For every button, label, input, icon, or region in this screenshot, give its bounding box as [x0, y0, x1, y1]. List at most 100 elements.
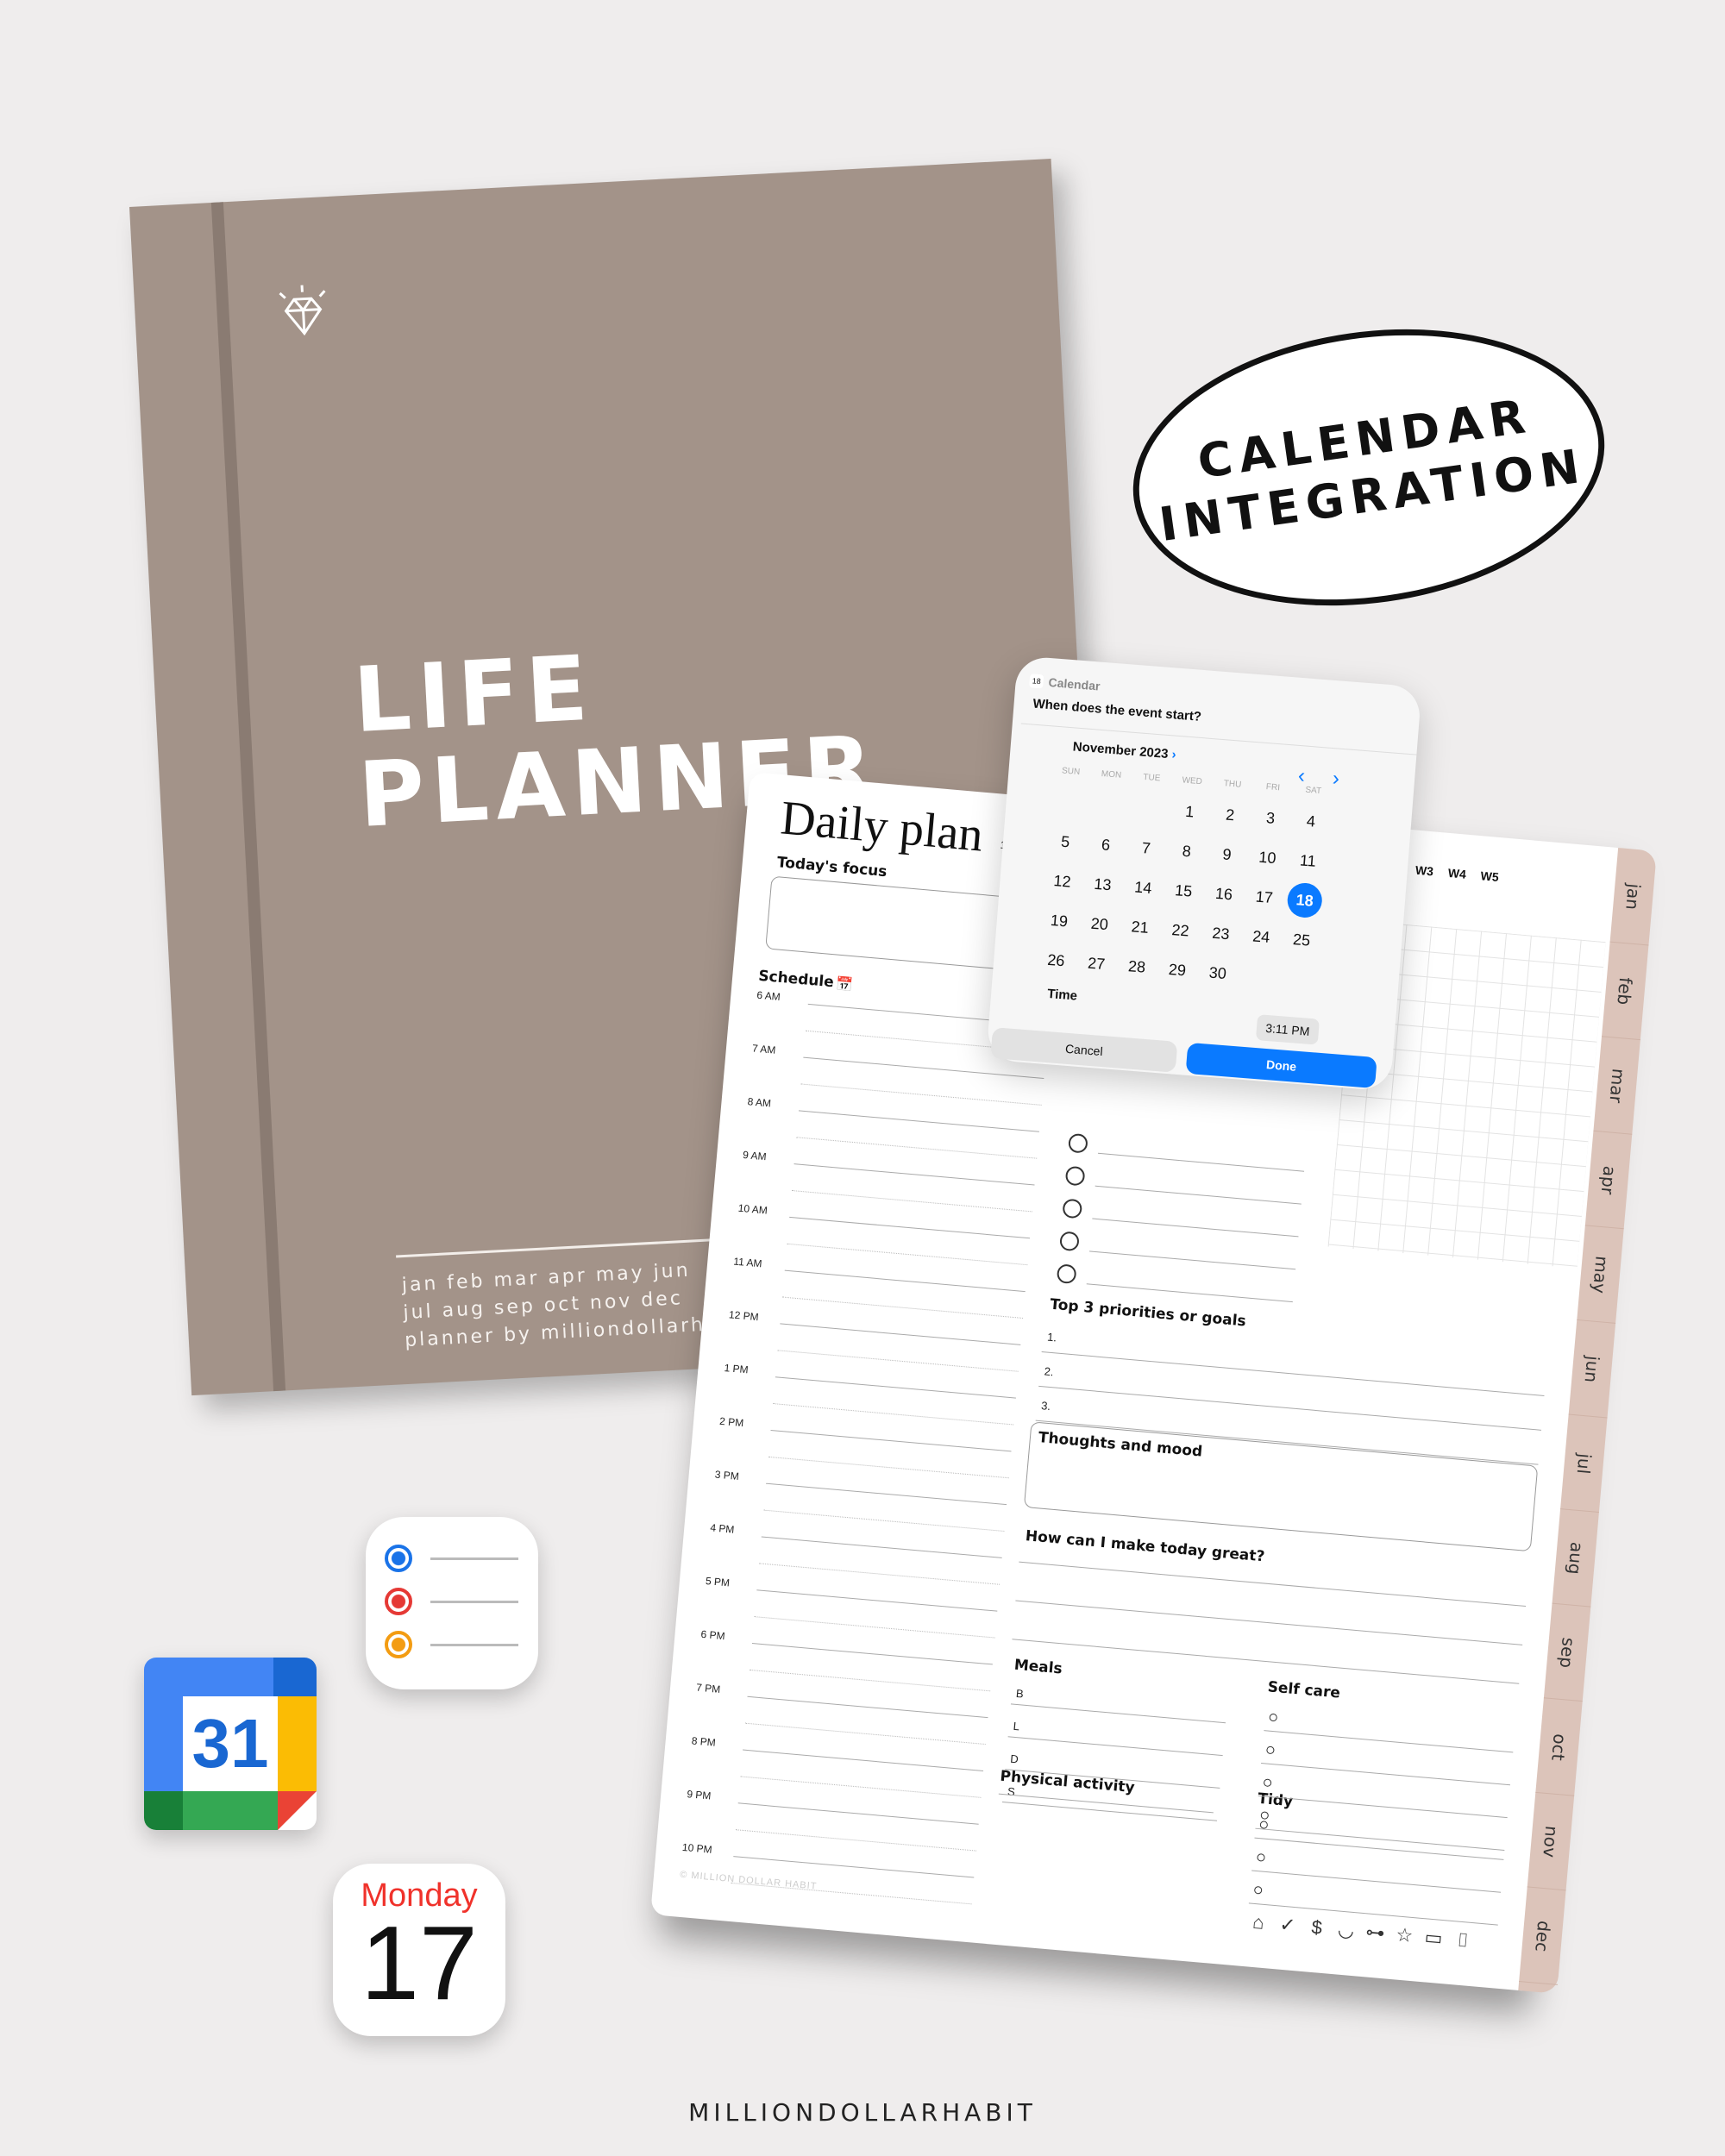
day-cell[interactable]: 30	[1199, 955, 1236, 992]
dumbbell-icon[interactable]: ⊶	[1363, 1921, 1387, 1945]
day-cell[interactable]: 10	[1249, 839, 1286, 876]
day-cell[interactable]: 11	[1289, 843, 1327, 880]
schedule-slot[interactable]	[780, 1323, 1021, 1345]
day-cell[interactable]: 13	[1084, 866, 1121, 903]
schedule-slot[interactable]	[733, 1856, 975, 1878]
week-label[interactable]: W3	[1414, 863, 1433, 879]
schedule-slot[interactable]	[798, 1110, 1039, 1132]
meal-line[interactable]	[1007, 1736, 1223, 1757]
day-cell[interactable]: 16	[1206, 875, 1243, 912]
star-icon[interactable]: ☆	[1392, 1923, 1416, 1947]
self-care-checkbox[interactable]	[1260, 1811, 1270, 1820]
day-cell[interactable]: 2	[1212, 796, 1249, 833]
calendar-add-icon[interactable]: 📅	[835, 975, 854, 994]
day-cell[interactable]: 21	[1121, 909, 1158, 946]
schedule-half-slot[interactable]	[768, 1456, 1009, 1479]
day-cell[interactable]: 7	[1127, 830, 1164, 867]
day-cell[interactable]: 5	[1047, 823, 1084, 860]
day-cell[interactable]: 1	[1171, 793, 1208, 830]
schedule-slot[interactable]	[770, 1429, 1012, 1452]
month-tab-sep[interactable]: sep	[1543, 1603, 1591, 1702]
day-cell[interactable]: 23	[1202, 915, 1239, 952]
month-tab-oct[interactable]: oct	[1535, 1698, 1583, 1796]
dollar-icon[interactable]: $	[1305, 1915, 1329, 1940]
day-cell[interactable]: 6	[1088, 826, 1125, 863]
schedule-half-slot[interactable]	[744, 1722, 986, 1745]
reminders-app-icon[interactable]	[366, 1517, 538, 1689]
writing-line[interactable]	[1012, 1639, 1520, 1684]
day-cell[interactable]: 12	[1044, 862, 1081, 899]
week-label[interactable]: W5	[1480, 868, 1499, 884]
schedule-half-slot[interactable]	[754, 1616, 995, 1639]
writing-line[interactable]	[1019, 1561, 1527, 1608]
schedule-slot[interactable]	[737, 1802, 979, 1825]
schedule-half-slot[interactable]	[800, 1083, 1042, 1106]
todo-checkbox[interactable]	[1064, 1165, 1086, 1187]
month-tab-may[interactable]: may	[1577, 1225, 1624, 1324]
day-cell[interactable]: 4	[1292, 803, 1329, 840]
apple-calendar-icon[interactable]: Monday 17	[333, 1864, 505, 2036]
chevron-right-icon[interactable]: ›	[1171, 747, 1176, 761]
self-care-line[interactable]	[1258, 1795, 1508, 1819]
month-tab-aug[interactable]: aug	[1552, 1509, 1599, 1608]
schedule-slot[interactable]	[751, 1643, 993, 1665]
todo-line[interactable]	[1095, 1185, 1302, 1205]
week-label[interactable]: W4	[1447, 866, 1466, 881]
day-cell[interactable]: 26	[1038, 942, 1075, 979]
month-tab-mar[interactable]: mar	[1593, 1037, 1640, 1135]
day-cell[interactable]: 3	[1252, 799, 1289, 837]
check-circle-icon[interactable]: ✓	[1276, 1913, 1300, 1937]
schedule-half-slot[interactable]	[791, 1190, 1032, 1213]
schedule-half-slot[interactable]	[782, 1296, 1024, 1319]
bookmark-icon[interactable]: ⌷	[1451, 1928, 1475, 1952]
schedule-half-slot[interactable]	[750, 1669, 991, 1692]
day-cell[interactable]: 19	[1040, 902, 1077, 939]
time-field[interactable]: 3:11 PM	[1255, 1014, 1320, 1045]
schedule-slot[interactable]	[794, 1163, 1035, 1186]
schedule-half-slot[interactable]	[763, 1509, 1005, 1532]
day-cell[interactable]: 29	[1158, 951, 1195, 988]
day-cell[interactable]: 14	[1125, 869, 1162, 906]
schedule-half-slot[interactable]	[758, 1563, 1000, 1585]
schedule-slot[interactable]	[747, 1695, 988, 1719]
day-cell[interactable]: 28	[1119, 948, 1156, 985]
schedule-slot[interactable]	[761, 1536, 1002, 1558]
todo-checkbox[interactable]	[1067, 1132, 1088, 1154]
month-tab-nov[interactable]: nov	[1527, 1792, 1575, 1891]
tidy-checkbox[interactable]	[1253, 1885, 1263, 1895]
month-tab-feb[interactable]: feb	[1601, 942, 1649, 1041]
schedule-half-slot[interactable]	[773, 1403, 1014, 1426]
meal-line[interactable]	[1001, 1801, 1218, 1821]
meal-line[interactable]	[1010, 1703, 1226, 1724]
calendar-icon[interactable]: ▭	[1421, 1926, 1446, 1950]
day-cell[interactable]: 25	[1283, 921, 1320, 958]
priority-line[interactable]	[1041, 1351, 1545, 1396]
month-tab-apr[interactable]: apr	[1584, 1131, 1633, 1230]
schedule-slot[interactable]	[756, 1589, 998, 1612]
tidy-line[interactable]	[1251, 1870, 1502, 1893]
todo-line[interactable]	[1086, 1283, 1293, 1303]
day-cell[interactable]: 9	[1208, 836, 1245, 873]
day-cell[interactable]: 8	[1168, 833, 1205, 870]
self-care-line[interactable]	[1261, 1762, 1511, 1786]
month-tab-jan[interactable]: jan	[1609, 848, 1657, 946]
todo-checkbox[interactable]	[1059, 1231, 1080, 1252]
home-icon[interactable]: ⌂	[1246, 1910, 1270, 1934]
month-tab-dec[interactable]: dec	[1519, 1887, 1566, 1985]
day-cell[interactable]: 22	[1162, 912, 1199, 949]
todo-checkbox[interactable]	[1062, 1198, 1083, 1219]
self-care-checkbox[interactable]	[1263, 1778, 1272, 1788]
todo-checkbox[interactable]	[1056, 1263, 1077, 1285]
month-picker[interactable]: November 2023 ›	[1072, 739, 1176, 761]
tidy-checkbox[interactable]	[1259, 1821, 1269, 1829]
schedule-half-slot[interactable]	[740, 1776, 982, 1798]
google-calendar-icon[interactable]: 31	[144, 1658, 317, 1830]
todo-line[interactable]	[1097, 1152, 1305, 1172]
day-cell[interactable]: 20	[1081, 906, 1118, 943]
schedule-slot[interactable]	[784, 1269, 1026, 1293]
schedule-slot[interactable]	[743, 1749, 984, 1771]
day-cell[interactable]: 24	[1243, 918, 1280, 956]
schedule-slot[interactable]	[803, 1056, 1044, 1080]
writing-line[interactable]	[1015, 1600, 1523, 1645]
tidy-line[interactable]	[1254, 1837, 1504, 1860]
